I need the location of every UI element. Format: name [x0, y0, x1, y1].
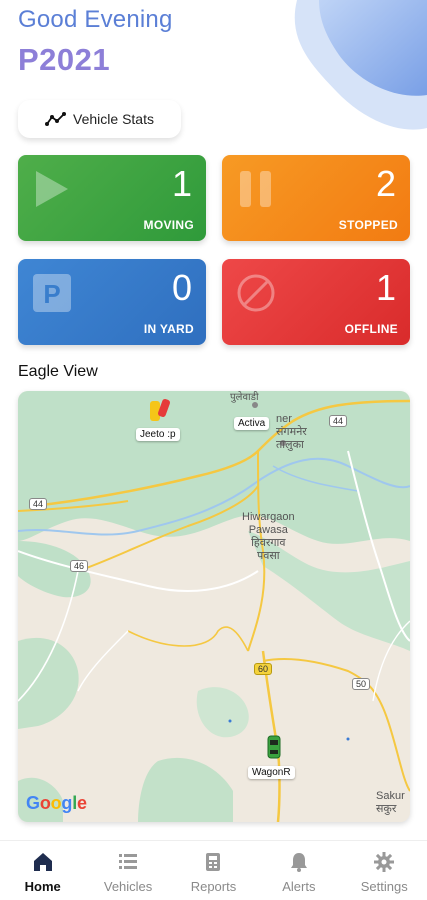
stopped-card[interactable]: 2 STOPPED: [222, 155, 410, 241]
map-tiles: [18, 391, 410, 822]
bottom-navigation: Home Vehicles Reports Alerts Settings: [0, 840, 427, 900]
road-shield-44-west: 44: [29, 498, 48, 510]
report-icon: [206, 853, 221, 871]
vehicle-stats-button[interactable]: Vehicle Stats: [18, 100, 181, 138]
nav-alerts[interactable]: Alerts: [259, 851, 339, 894]
play-icon: [36, 171, 68, 207]
place-label-top-region: ner संगमनेर तालुका: [276, 413, 307, 451]
bell-icon: [290, 853, 307, 872]
moving-card[interactable]: 1 MOVING: [18, 155, 206, 241]
nav-reports[interactable]: Reports: [173, 851, 253, 894]
in-yard-count: 0: [171, 267, 192, 308]
trend-icon: [45, 112, 67, 126]
nav-vehicles-label: Vehicles: [103, 879, 153, 894]
moving-label: MOVING: [143, 218, 194, 232]
offline-card[interactable]: 1 OFFLINE: [222, 259, 410, 345]
nav-settings-label: Settings: [360, 879, 408, 894]
vehicle-label-activa: Activa: [234, 417, 270, 430]
parking-icon: P: [33, 274, 71, 312]
in-yard-card[interactable]: P 0 IN YARD: [18, 259, 206, 345]
place-label-top-town: पुलेवाडी: [230, 392, 259, 403]
svg-text:P: P: [43, 279, 60, 309]
list-icon: [119, 854, 138, 869]
vehicle-label-wagonr: WagonR: [248, 766, 295, 779]
moving-count: 1: [171, 163, 192, 204]
nav-home[interactable]: Home: [3, 851, 83, 894]
road-shield-60: 60: [254, 663, 273, 675]
nav-reports-label: Reports: [190, 879, 237, 894]
road-shield-50: 50: [352, 678, 371, 690]
nav-settings[interactable]: Settings: [344, 851, 424, 894]
place-label-center-town: Hiwargaon Pawasa हिवरगाव पवसा: [242, 511, 295, 562]
nav-alerts-label: Alerts: [282, 879, 316, 894]
vehicle-label-jeeto: Jeeto :p: [136, 428, 180, 441]
road-shield-46: 46: [70, 560, 89, 572]
stopped-label: STOPPED: [338, 218, 398, 232]
offline-count: 1: [375, 267, 396, 308]
gear-icon: [374, 852, 395, 872]
stopped-count: 2: [375, 163, 396, 204]
place-label-corner-town: Sakur सकुर: [376, 790, 405, 815]
header-blob-decoration: [267, 0, 427, 135]
eagle-view-title: Eagle View: [18, 363, 98, 380]
user-id: P2021: [18, 42, 111, 77]
home-icon: [33, 853, 52, 871]
vehicle-marker-wagonr[interactable]: [267, 735, 281, 759]
google-attribution-logo: Google: [26, 793, 87, 813]
nav-vehicles[interactable]: Vehicles: [88, 851, 168, 894]
in-yard-label: IN YARD: [143, 322, 194, 336]
vehicle-marker-jeeto[interactable]: [146, 397, 174, 425]
eagle-view-map[interactable]: 44 44 46 60 50 पुलेवाडी ner संगमनेर तालु…: [18, 391, 410, 822]
nav-home-label: Home: [24, 879, 61, 894]
vehicle-stats-label: Vehicle Stats: [73, 111, 154, 127]
greeting-text: Good Evening: [18, 6, 173, 33]
road-shield-44: 44: [329, 415, 348, 427]
blocked-icon: [237, 274, 275, 312]
pause-icon: [240, 171, 271, 207]
offline-label: OFFLINE: [344, 322, 398, 336]
